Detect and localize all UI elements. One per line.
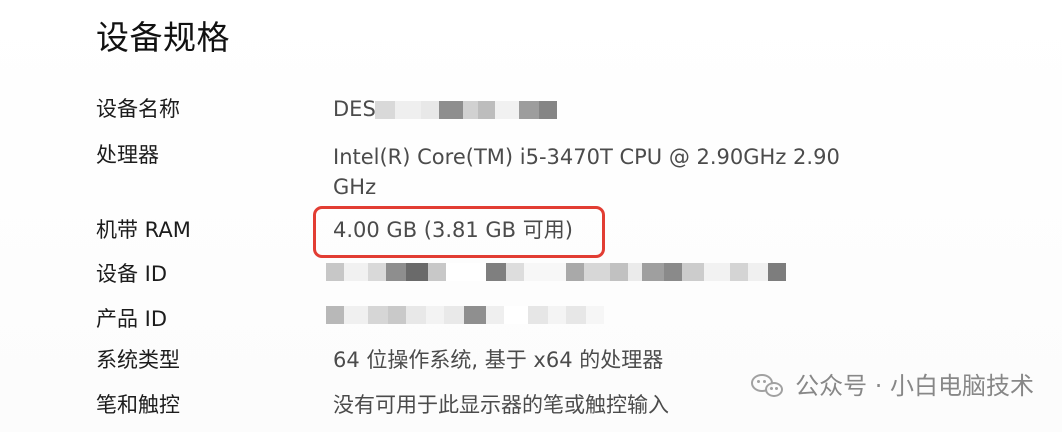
redaction-block — [344, 306, 368, 324]
redaction-block — [539, 101, 557, 119]
redaction-block — [464, 306, 486, 324]
redaction-block — [586, 306, 604, 324]
redaction-block — [566, 263, 584, 281]
redaction-block — [768, 263, 786, 281]
redaction-block — [704, 263, 730, 281]
redaction-block — [528, 306, 548, 324]
redaction-block — [730, 263, 748, 281]
spec-label-device-id: 设备 ID — [96, 262, 168, 286]
spec-label-ram: 机带 RAM — [96, 218, 191, 242]
page-title: 设备规格 — [96, 18, 230, 57]
watermark: 公众号 · 小白电脑技术 — [751, 371, 1034, 401]
redaction-block — [375, 101, 395, 119]
redaction-block — [406, 263, 428, 281]
redaction-block — [642, 263, 664, 281]
redaction-block — [388, 306, 406, 324]
device-name-redacted-pixels — [375, 101, 557, 119]
redaction-block — [682, 263, 704, 281]
redaction-block — [664, 263, 682, 281]
redaction-block — [506, 263, 524, 281]
redaction-block — [628, 263, 642, 281]
redaction-block — [326, 306, 344, 324]
redaction-block — [478, 101, 495, 119]
spec-value-processor-line1: Intel(R) Core(TM) i5-3470T CPU @ 2.90GHz… — [333, 145, 840, 169]
redaction-block — [748, 263, 768, 281]
redaction-block — [428, 263, 446, 281]
spec-label-pen-touch: 笔和触控 — [96, 393, 180, 417]
redaction-block — [566, 306, 586, 324]
redaction-block — [524, 263, 566, 281]
spec-value-processor-line2: GHz — [333, 175, 377, 199]
wechat-bubble-small — [765, 382, 784, 397]
redaction-block — [486, 263, 506, 281]
redaction-block — [504, 306, 528, 324]
redaction-block — [486, 306, 504, 324]
redaction-block — [548, 306, 566, 324]
device-id-redacted-pixels — [326, 263, 786, 281]
redaction-block — [426, 306, 444, 324]
spec-value-system-type: 64 位操作系统, 基于 x64 的处理器 — [333, 348, 664, 372]
redaction-block — [421, 101, 439, 119]
spec-label-processor: 处理器 — [96, 143, 159, 167]
redaction-block — [446, 263, 486, 281]
redaction-block — [326, 263, 344, 281]
device-specs-panel: 设备规格 设备名称 DES 处理器 Intel(R) Core(TM) i5-3… — [0, 0, 1062, 432]
redaction-block — [406, 306, 426, 324]
redaction-block — [395, 101, 421, 119]
redaction-block — [386, 263, 406, 281]
wechat-icon — [751, 372, 785, 400]
redaction-block — [368, 263, 386, 281]
redaction-block — [344, 263, 368, 281]
ram-highlight-box — [313, 206, 605, 258]
spec-label-system-type: 系统类型 — [96, 348, 180, 372]
spec-value-pen-touch: 没有可用于此显示器的笔或触控输入 — [333, 393, 669, 417]
spec-label-device-name: 设备名称 — [96, 97, 180, 121]
redaction-block — [368, 306, 388, 324]
redaction-block — [444, 306, 464, 324]
product-id-redacted-pixels — [326, 306, 604, 324]
spec-label-product-id: 产品 ID — [96, 307, 168, 331]
watermark-text: 公众号 · 小白电脑技术 — [795, 372, 1034, 400]
redaction-block — [584, 263, 610, 281]
redaction-block — [439, 101, 463, 119]
redaction-block — [463, 101, 478, 119]
spec-value-device-name-prefix: DES — [333, 97, 376, 121]
redaction-block — [519, 101, 539, 119]
redaction-block — [610, 263, 628, 281]
redaction-block — [495, 101, 519, 119]
